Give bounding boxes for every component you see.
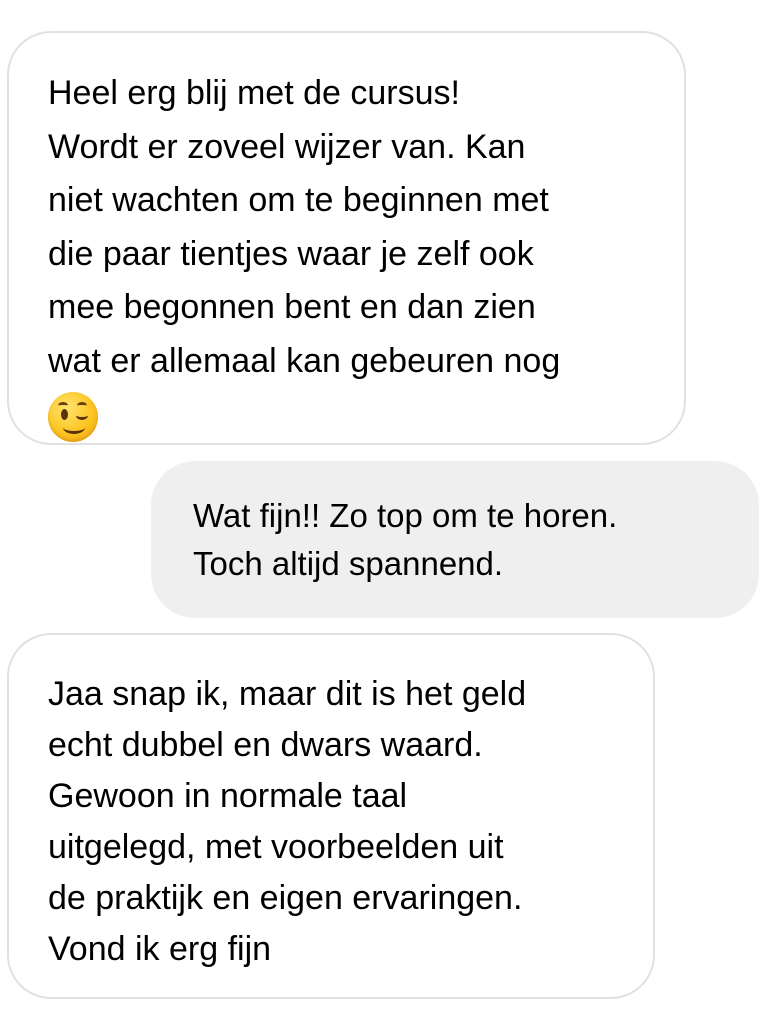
message-text-line: wat er allemaal kan gebeuren nog bbox=[48, 341, 561, 380]
message-text-line: uitgelegd, met voorbeelden uit bbox=[48, 828, 504, 866]
message-text-line: Wat fijn!! Zo top om te horen. bbox=[193, 497, 618, 534]
winking-face-emoji-icon bbox=[48, 392, 98, 442]
incoming-message-bubble[interactable]: Heel erg blij met de cursus! Wordt er zo… bbox=[7, 31, 686, 445]
message-text-line: Jaa snap ik, maar dit is het geld bbox=[48, 675, 527, 713]
message-text-line: Gewoon in normale taal bbox=[48, 777, 408, 815]
message-text-line: mee begonnen bent en dan zien bbox=[48, 288, 536, 326]
message-text-line: echt dubbel en dwars waard. bbox=[48, 726, 483, 764]
incoming-message-bubble[interactable]: Jaa snap ik, maar dit is het geld echt d… bbox=[7, 633, 655, 999]
message-text-line: Wordt er zoveel wijzer van. Kan bbox=[48, 127, 526, 166]
message-text-line: Vond ik erg fijn bbox=[48, 930, 272, 968]
message-text-line: de praktijk en eigen ervaringen. bbox=[48, 879, 523, 917]
message-text-line: Heel erg blij met de cursus! bbox=[48, 74, 460, 112]
message-text-line: Toch altijd spannend. bbox=[193, 545, 504, 582]
outgoing-message-bubble[interactable]: Wat fijn!! Zo top om te horen. Toch alti… bbox=[151, 461, 759, 618]
message-text-line: niet wachten om te beginnen met bbox=[48, 181, 549, 219]
message-text-line: die paar tientjes waar je zelf ook bbox=[48, 234, 534, 273]
